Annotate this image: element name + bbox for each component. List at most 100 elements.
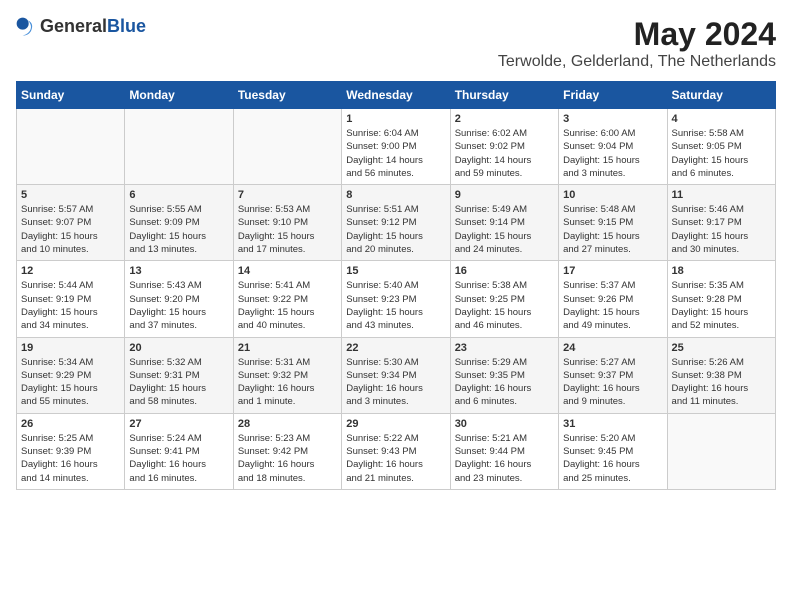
table-row: 23 Sunrise: 5:29 AM Sunset: 9:35 PM Dayli… (450, 337, 558, 413)
day-number: 20 (129, 342, 228, 354)
calendar-table: Sunday Monday Tuesday Wednesday Thursday… (16, 81, 776, 490)
day-info: Sunrise: 5:22 AM Sunset: 9:43 PM Dayligh… (346, 432, 445, 485)
day-number: 16 (455, 265, 554, 277)
day-number: 5 (21, 189, 120, 201)
day-number: 22 (346, 342, 445, 354)
day-info: Sunrise: 5:21 AM Sunset: 9:44 PM Dayligh… (455, 432, 554, 485)
day-number: 18 (672, 265, 771, 277)
day-number: 1 (346, 113, 445, 125)
day-number: 19 (21, 342, 120, 354)
table-row: 7Sunrise: 5:53 AM Sunset: 9:10 PM Daylig… (233, 185, 341, 261)
logo-icon (16, 17, 36, 37)
header-saturday: Saturday (667, 82, 775, 109)
logo-text: GeneralBlue (40, 16, 146, 37)
day-info: Sunrise: 5:27 AM Sunset: 9:37 PM Dayligh… (563, 356, 662, 409)
header-monday: Monday (125, 82, 233, 109)
day-info: Sunrise: 5:25 AM Sunset: 9:39 PM Dayligh… (21, 432, 120, 485)
table-row: 30 Sunrise: 5:21 AM Sunset: 9:44 PM Dayli… (450, 413, 558, 489)
day-info: Sunrise: 5:49 AM Sunset: 9:14 PM Dayligh… (455, 203, 554, 256)
day-info: Sunrise: 5:41 AM Sunset: 9:22 PM Dayligh… (238, 279, 337, 332)
day-info: Sunrise: 5:46 AM Sunset: 9:17 PM Dayligh… (672, 203, 771, 256)
day-number: 25 (672, 342, 771, 354)
page-header: GeneralBlue May 2024 Terwolde, Gelderlan… (16, 16, 776, 71)
calendar-week-row: 19 Sunrise: 5:34 AM Sunset: 9:29 PM Dayli… (17, 337, 776, 413)
day-number: 30 (455, 418, 554, 430)
day-number: 8 (346, 189, 445, 201)
table-row: 26 Sunrise: 5:25 AM Sunset: 9:39 PM Dayli… (17, 413, 125, 489)
table-row: 8Sunrise: 5:51 AM Sunset: 9:12 PM Daylig… (342, 185, 450, 261)
table-row: 12Sunrise: 5:44 AM Sunset: 9:19 PM Dayli… (17, 261, 125, 337)
day-info: Sunrise: 6:00 AM Sunset: 9:04 PM Dayligh… (563, 127, 662, 180)
day-number: 6 (129, 189, 228, 201)
day-info: Sunrise: 5:53 AM Sunset: 9:10 PM Dayligh… (238, 203, 337, 256)
day-number: 28 (238, 418, 337, 430)
table-row: 27Sunrise: 5:24 AM Sunset: 9:41 PM Dayli… (125, 413, 233, 489)
table-row: 25Sunrise: 5:26 AM Sunset: 9:38 PM Dayli… (667, 337, 775, 413)
table-row: 28 Sunrise: 5:23 AM Sunset: 9:42 PM Dayli… (233, 413, 341, 489)
table-row: 20 Sunrise: 5:32 AM Sunset: 9:31 PM Dayli… (125, 337, 233, 413)
logo: GeneralBlue (16, 16, 146, 37)
day-info: Sunrise: 5:29 AM Sunset: 9:35 PM Dayligh… (455, 356, 554, 409)
table-row: 29Sunrise: 5:22 AM Sunset: 9:43 PM Dayli… (342, 413, 450, 489)
logo-blue: Blue (107, 16, 146, 36)
calendar-week-row: 26 Sunrise: 5:25 AM Sunset: 9:39 PM Dayli… (17, 413, 776, 489)
calendar-week-row: 1 Sunrise: 6:04 AM Sunset: 9:00 PM Daylig… (17, 109, 776, 185)
day-number: 17 (563, 265, 662, 277)
table-row: 4 Sunrise: 5:58 AM Sunset: 9:05 PM Daylig… (667, 109, 775, 185)
title-area: May 2024 Terwolde, Gelderland, The Nethe… (498, 16, 776, 71)
table-row: 10 Sunrise: 5:48 AM Sunset: 9:15 PM Dayli… (559, 185, 667, 261)
header-thursday: Thursday (450, 82, 558, 109)
day-info: Sunrise: 5:24 AM Sunset: 9:41 PM Dayligh… (129, 432, 228, 485)
header-wednesday: Wednesday (342, 82, 450, 109)
calendar-week-row: 5 Sunrise: 5:57 AM Sunset: 9:07 PM Daylig… (17, 185, 776, 261)
table-row: 31 Sunrise: 5:20 AM Sunset: 9:45 PM Dayli… (559, 413, 667, 489)
day-info: Sunrise: 5:32 AM Sunset: 9:31 PM Dayligh… (129, 356, 228, 409)
day-number: 15 (346, 265, 445, 277)
table-row: 13 Sunrise: 5:43 AM Sunset: 9:20 PM Dayli… (125, 261, 233, 337)
table-row: 19 Sunrise: 5:34 AM Sunset: 9:29 PM Dayli… (17, 337, 125, 413)
table-row: 2 Sunrise: 6:02 AM Sunset: 9:02 PM Daylig… (450, 109, 558, 185)
day-info: Sunrise: 6:04 AM Sunset: 9:00 PM Dayligh… (346, 127, 445, 180)
table-row: 18Sunrise: 5:35 AM Sunset: 9:28 PM Dayli… (667, 261, 775, 337)
table-row: 9 Sunrise: 5:49 AM Sunset: 9:14 PM Daylig… (450, 185, 558, 261)
weekday-header-row: Sunday Monday Tuesday Wednesday Thursday… (17, 82, 776, 109)
table-row: 17Sunrise: 5:37 AM Sunset: 9:26 PM Dayli… (559, 261, 667, 337)
day-number: 31 (563, 418, 662, 430)
table-row (125, 109, 233, 185)
day-info: Sunrise: 5:58 AM Sunset: 9:05 PM Dayligh… (672, 127, 771, 180)
table-row: 1 Sunrise: 6:04 AM Sunset: 9:00 PM Daylig… (342, 109, 450, 185)
table-row: 22 Sunrise: 5:30 AM Sunset: 9:34 PM Dayli… (342, 337, 450, 413)
location-title: Terwolde, Gelderland, The Netherlands (498, 53, 776, 71)
day-number: 2 (455, 113, 554, 125)
day-info: Sunrise: 5:34 AM Sunset: 9:29 PM Dayligh… (21, 356, 120, 409)
day-info: Sunrise: 6:02 AM Sunset: 9:02 PM Dayligh… (455, 127, 554, 180)
day-info: Sunrise: 5:55 AM Sunset: 9:09 PM Dayligh… (129, 203, 228, 256)
day-info: Sunrise: 5:23 AM Sunset: 9:42 PM Dayligh… (238, 432, 337, 485)
table-row (233, 109, 341, 185)
table-row (17, 109, 125, 185)
logo-general: General (40, 16, 107, 36)
day-info: Sunrise: 5:48 AM Sunset: 9:15 PM Dayligh… (563, 203, 662, 256)
table-row: 16Sunrise: 5:38 AM Sunset: 9:25 PM Dayli… (450, 261, 558, 337)
day-info: Sunrise: 5:44 AM Sunset: 9:19 PM Dayligh… (21, 279, 120, 332)
table-row: 3 Sunrise: 6:00 AM Sunset: 9:04 PM Daylig… (559, 109, 667, 185)
day-number: 3 (563, 113, 662, 125)
day-info: Sunrise: 5:57 AM Sunset: 9:07 PM Dayligh… (21, 203, 120, 256)
day-number: 4 (672, 113, 771, 125)
table-row: 6 Sunrise: 5:55 AM Sunset: 9:09 PM Daylig… (125, 185, 233, 261)
day-info: Sunrise: 5:20 AM Sunset: 9:45 PM Dayligh… (563, 432, 662, 485)
day-info: Sunrise: 5:30 AM Sunset: 9:34 PM Dayligh… (346, 356, 445, 409)
day-number: 13 (129, 265, 228, 277)
table-row: 15Sunrise: 5:40 AM Sunset: 9:23 PM Dayli… (342, 261, 450, 337)
header-tuesday: Tuesday (233, 82, 341, 109)
day-number: 24 (563, 342, 662, 354)
day-number: 10 (563, 189, 662, 201)
day-number: 9 (455, 189, 554, 201)
table-row (667, 413, 775, 489)
day-info: Sunrise: 5:43 AM Sunset: 9:20 PM Dayligh… (129, 279, 228, 332)
calendar-week-row: 12Sunrise: 5:44 AM Sunset: 9:19 PM Dayli… (17, 261, 776, 337)
day-number: 26 (21, 418, 120, 430)
day-number: 23 (455, 342, 554, 354)
table-row: 21Sunrise: 5:31 AM Sunset: 9:32 PM Dayli… (233, 337, 341, 413)
day-number: 21 (238, 342, 337, 354)
